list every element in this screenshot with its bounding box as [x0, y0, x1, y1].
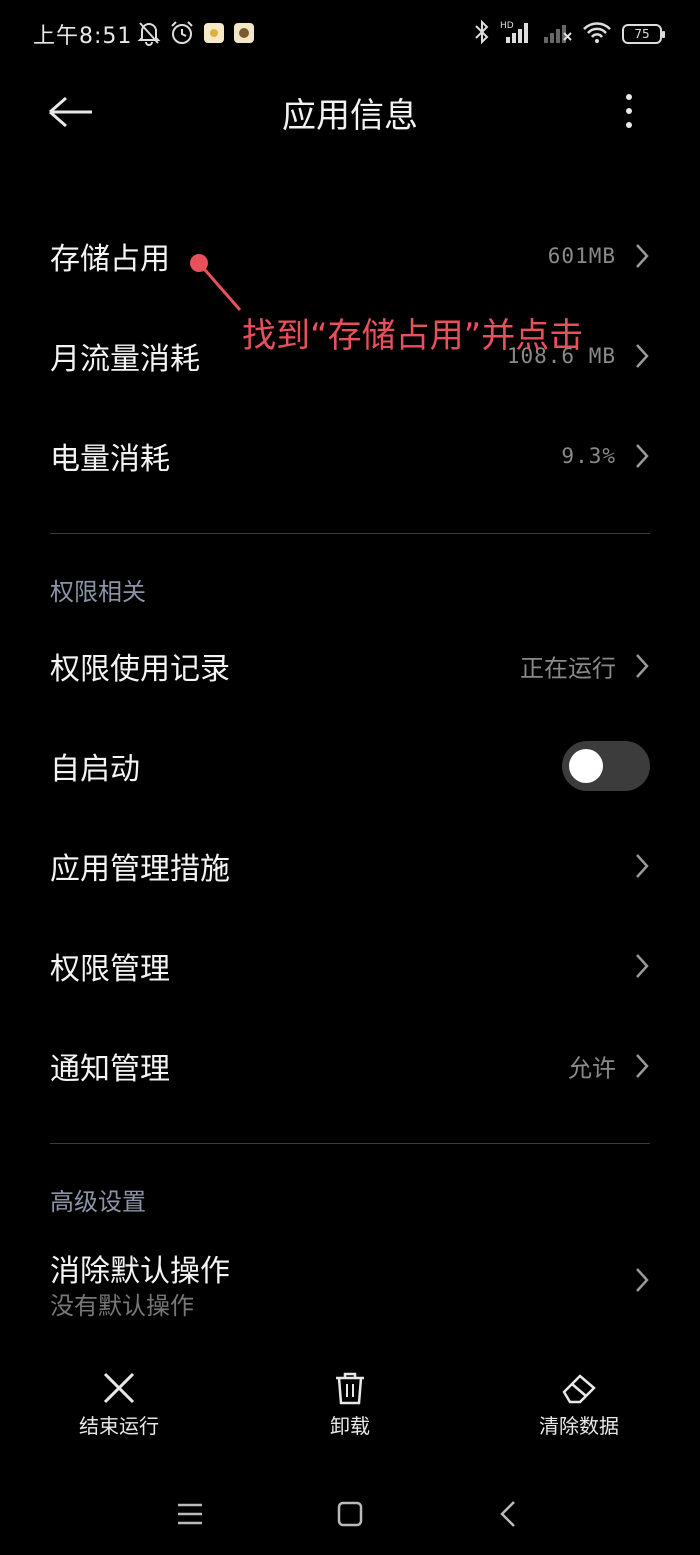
chevron-right-icon	[636, 954, 649, 978]
annotation-text: 找到“存储占用”并点击	[242, 316, 584, 356]
uninstall-button[interactable]: 卸载	[280, 1360, 420, 1440]
divider	[50, 533, 650, 534]
clear-data-label: 清除数据	[539, 1414, 619, 1438]
permission-usage-record-row[interactable]: 权限使用记录 正在运行	[50, 626, 650, 706]
alarm-icon	[169, 20, 195, 50]
battery-usage-row[interactable]: 电量消耗 9.3%	[50, 416, 650, 496]
clear-data-button[interactable]: 清除数据	[509, 1360, 649, 1440]
data-usage-label: 月流量消耗	[50, 342, 200, 377]
app-management-row[interactable]: 应用管理措施	[50, 826, 650, 906]
divider	[50, 1143, 650, 1144]
permission-management-label: 权限管理	[50, 952, 170, 987]
menu-icon	[178, 1503, 202, 1525]
force-stop-button[interactable]: 结束运行	[49, 1360, 189, 1440]
wifi-icon	[582, 19, 612, 49]
more-options-button[interactable]	[610, 90, 648, 134]
toggle-knob	[569, 749, 603, 783]
chevron-right-icon	[636, 654, 649, 678]
home-icon	[337, 1501, 363, 1527]
battery-usage-value: 9.3%	[561, 444, 616, 468]
battery-usage-label: 电量消耗	[50, 442, 170, 477]
hd-signal-icon: HD	[500, 19, 532, 49]
bottom-action-bar: 结束运行 卸载 清除数据	[0, 1360, 700, 1450]
status-left-icons	[137, 20, 255, 50]
uninstall-label: 卸载	[330, 1414, 370, 1438]
app-bar: 应用信息	[0, 68, 700, 158]
permission-usage-record-label: 权限使用记录	[50, 652, 230, 687]
status-right-icons: HD 75	[474, 19, 665, 49]
bluetooth-icon	[474, 19, 490, 49]
trash-icon	[336, 1372, 364, 1405]
chevron-right-icon	[636, 244, 649, 268]
storage-usage-label: 存储占用	[50, 242, 170, 277]
permission-usage-record-value: 正在运行	[520, 654, 616, 683]
signal-no-service-icon	[542, 19, 572, 49]
app-notification-icon	[203, 22, 225, 48]
recents-button[interactable]	[168, 1492, 212, 1536]
eraser-icon	[562, 1374, 596, 1404]
svg-text:HD: HD	[500, 21, 514, 31]
chevron-right-icon	[636, 444, 649, 468]
mute-bell-icon	[137, 20, 161, 50]
force-stop-label: 结束运行	[79, 1414, 159, 1438]
storage-usage-row[interactable]: 存储占用 601MB	[50, 216, 650, 296]
section-header-advanced: 高级设置	[50, 1188, 146, 1216]
notification-management-row[interactable]: 通知管理 允许	[50, 1026, 650, 1106]
home-button[interactable]	[328, 1492, 372, 1536]
chevron-right-icon	[636, 854, 649, 878]
autostart-toggle[interactable]	[562, 741, 650, 791]
more-vert-icon	[626, 94, 632, 128]
chevron-right-icon	[636, 344, 649, 368]
section-header-permissions: 权限相关	[50, 578, 146, 606]
app-notification-icon-2	[233, 22, 255, 48]
back-icon	[500, 1501, 515, 1527]
autostart-label: 自启动	[50, 752, 140, 787]
notification-management-label: 通知管理	[50, 1052, 170, 1087]
battery-icon: 75	[622, 24, 665, 44]
chevron-right-icon	[636, 1268, 649, 1292]
close-icon	[103, 1372, 135, 1404]
clear-defaults-sub: 没有默认操作	[50, 1292, 194, 1320]
battery-level: 75	[634, 27, 650, 41]
autostart-row: 自启动	[50, 726, 650, 806]
status-time: 上午8:51	[33, 24, 133, 49]
annotation-pointer-dot	[190, 254, 208, 272]
page-title: 应用信息	[282, 96, 418, 136]
storage-usage-value: 601MB	[547, 244, 616, 268]
notification-management-value: 允许	[568, 1054, 616, 1083]
nav-back-button[interactable]	[488, 1492, 532, 1536]
clear-defaults-row[interactable]: 消除默认操作 没有默认操作	[50, 1240, 650, 1320]
permission-management-row[interactable]: 权限管理	[50, 926, 650, 1006]
app-management-label: 应用管理措施	[50, 852, 230, 887]
system-nav-bar	[0, 1470, 700, 1555]
clear-defaults-label: 消除默认操作	[50, 1254, 230, 1289]
status-bar: 上午8:51 HD 75	[0, 0, 700, 68]
chevron-right-icon	[636, 1054, 649, 1078]
